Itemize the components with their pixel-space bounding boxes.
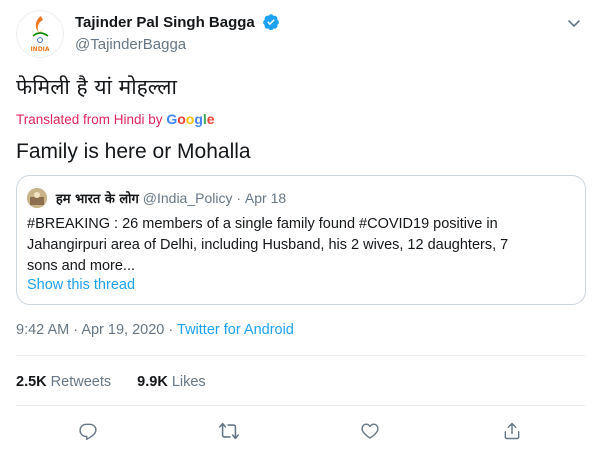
- likes-count: 9.9K: [137, 374, 168, 390]
- meta-separator: ·: [168, 322, 174, 338]
- quoted-avatar: [27, 188, 47, 208]
- retweets-count: 2.5K: [16, 374, 47, 390]
- tweet-original-text: फेमिली है यां मोहल्ला: [16, 75, 177, 99]
- tweet-header: INDIA Tajinder Pal Singh Bagga @Tajinder…: [16, 10, 585, 60]
- retweet-button[interactable]: [216, 418, 242, 444]
- tweet-time[interactable]: 9:42 AM: [16, 322, 69, 338]
- tweet-date[interactable]: Apr 19, 2020: [81, 322, 164, 338]
- retweet-icon: [219, 422, 239, 440]
- author-info: Tajinder Pal Singh Bagga @TajinderBagga: [75, 13, 280, 53]
- quoted-author-handle: @India_Policy: [142, 190, 233, 206]
- verified-badge-icon: [262, 13, 280, 31]
- chevron-down-icon: [568, 20, 580, 27]
- quoted-author-name: हम भारत के लोग: [55, 192, 139, 207]
- google-logo: Google: [166, 111, 215, 127]
- author-handle[interactable]: @TajinderBagga: [75, 36, 280, 53]
- likes-stat[interactable]: 9.9K Likes: [137, 374, 206, 390]
- reply-icon: [79, 423, 97, 441]
- like-icon: [361, 423, 379, 439]
- tweet-meta: 9:42 AM · Apr 19, 2020 · Twitter for And…: [16, 322, 294, 338]
- quoted-tweet-header: हम भारत के लोग @India_Policy · Apr 18: [27, 188, 286, 208]
- retweets-stat[interactable]: 2.5K Retweets: [16, 374, 115, 390]
- translated-from-label: Translated from Hindi by: [16, 112, 163, 127]
- translation-attribution[interactable]: Translated from Hindi by Google: [16, 111, 215, 127]
- retweets-label: Retweets: [50, 374, 112, 390]
- divider: [16, 355, 585, 356]
- tweet-translation: Family is here or Mohalla: [16, 140, 251, 163]
- share-icon: [504, 422, 520, 440]
- bjym-logo-icon: INDIA: [16, 10, 64, 58]
- quoted-tweet-body: #BREAKING : 26 members of a single famil…: [27, 216, 509, 274]
- tweet-card: INDIA Tajinder Pal Singh Bagga @Tajinder…: [0, 0, 601, 456]
- author-display-name[interactable]: Tajinder Pal Singh Bagga: [75, 14, 255, 31]
- svg-text:INDIA: INDIA: [30, 46, 49, 53]
- quoted-separator: ·: [236, 190, 242, 206]
- meta-separator: ·: [73, 322, 79, 338]
- more-options-button[interactable]: [563, 12, 585, 34]
- tweet-client-link[interactable]: Twitter for Android: [177, 322, 294, 338]
- reply-button[interactable]: [75, 418, 101, 444]
- tweet-actions: [0, 418, 601, 446]
- quoted-date: Apr 18: [244, 190, 287, 206]
- avatar[interactable]: INDIA: [16, 10, 64, 58]
- engagement-stats: 2.5K Retweets 9.9K Likes: [16, 374, 228, 390]
- share-button[interactable]: [499, 418, 525, 444]
- quoted-tweet[interactable]: हम भारत के लोग @India_Policy · Apr 18 #B…: [16, 175, 586, 305]
- likes-label: Likes: [171, 374, 206, 390]
- show-thread-link[interactable]: Show this thread: [27, 277, 135, 293]
- like-button[interactable]: [357, 418, 383, 444]
- divider: [16, 405, 585, 406]
